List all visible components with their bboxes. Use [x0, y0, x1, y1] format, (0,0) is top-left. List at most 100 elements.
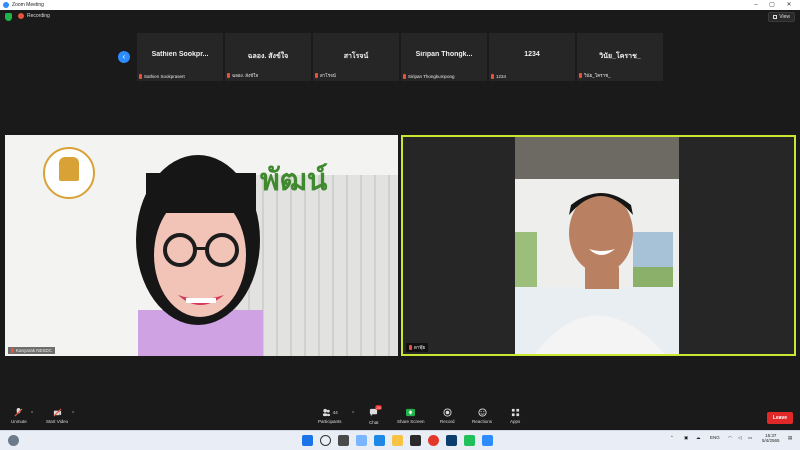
reactions-label: Reactions [472, 419, 493, 424]
participant-name-label: สาโรจน์ [315, 72, 336, 79]
participant-tile[interactable]: สาโรจน์ สาโรจน์ [313, 33, 399, 81]
recording-indicator[interactable]: Recording [18, 13, 50, 19]
language-indicator[interactable]: ENG [710, 435, 720, 440]
reactions-button[interactable]: Reactions [472, 408, 492, 424]
chat-label: Chat [369, 420, 379, 425]
participant-tile[interactable]: วินัย_โคราช_ วินัย_โคราช_ [577, 33, 663, 81]
zoom-app-icon[interactable] [482, 435, 493, 446]
chat-unread-badge: 26 [375, 405, 382, 410]
widgets-icon[interactable] [356, 435, 367, 446]
view-button[interactable]: View [768, 12, 795, 22]
video-options-chevron-icon[interactable]: ⌃ [71, 411, 75, 417]
store-icon[interactable] [410, 435, 421, 446]
participant-name: สาโรจน์ [320, 73, 336, 78]
chevron-left-icon: ‹ [122, 52, 126, 61]
mic-muted-icon [14, 408, 23, 417]
apps-label: Apps [510, 419, 521, 424]
mic-muted-icon [139, 74, 142, 79]
tray-cloud-icon[interactable]: ☁ [696, 435, 701, 441]
people-icon [322, 408, 330, 417]
windows-taskbar: ⌃ ▣ ☁ ENG ◠ ◁ ▭ 15:37 5/4/2565 ▤ [0, 430, 800, 450]
mic-muted-icon [403, 74, 406, 79]
record-label: Record [440, 419, 455, 424]
tray-overflow-chevron-icon[interactable]: ⌃ [670, 435, 674, 441]
participants-button[interactable]: 44 Participants [318, 408, 342, 424]
mic-muted-icon [579, 73, 582, 78]
participant-name: Sathien Sookprasert [144, 74, 185, 79]
video-name-tag: ดาฬุ๊ย [406, 343, 429, 352]
participant-display-name: 1234 [524, 51, 540, 58]
participant-name-label: Siripan Thongkumpong [403, 74, 454, 79]
tray-app-icon[interactable]: ▣ [684, 435, 688, 441]
participant-video-woman [136, 155, 263, 356]
participants-label: Participants [318, 419, 342, 424]
record-button[interactable]: Record [440, 408, 455, 424]
video-tile-right-active-speaker[interactable]: ดาฬุ๊ย [401, 135, 796, 356]
start-video-label: Start Video [46, 419, 69, 424]
chat-button[interactable]: 26 Chat [369, 405, 382, 425]
window-titlebar: Zoom Meeting – ▢ ✕ [0, 0, 800, 10]
minimize-button[interactable]: – [748, 0, 764, 10]
participant-name: 1234 [496, 74, 507, 79]
record-icon [443, 408, 452, 417]
unmute-button[interactable]: Unmute [11, 408, 27, 424]
apps-button[interactable]: Apps [510, 408, 520, 424]
participant-tile[interactable]: Sathien Sookpr... Sathien Sookprasert [137, 33, 223, 81]
volume-icon[interactable]: ◁ [738, 435, 741, 441]
meeting-controls-bar: Unmute ⌃ Start Video ⌃ 44 Participants ⌃… [0, 405, 800, 430]
participant-name: ฉลอง. สังข์ใจ [232, 73, 259, 78]
mic-muted-icon [315, 73, 318, 78]
line-app-icon[interactable] [464, 435, 475, 446]
participant-tile[interactable]: ฉลอง. สังข์ใจ ฉลอง. สังข์ใจ [225, 33, 311, 81]
participants-icon-group: 44 [322, 408, 338, 417]
participant-name-label: Sathien Sookprasert [139, 74, 185, 79]
edge-browser-icon[interactable] [374, 435, 385, 446]
participant-display-name: สาโรจน์ [343, 53, 369, 60]
video-tile-left[interactable]: พัฒน์ Kanyarak NESDC [5, 135, 398, 356]
grid-icon [773, 15, 778, 19]
participant-display-name: Sathien Sookpr... [151, 51, 209, 58]
apps-grid-icon [511, 408, 519, 417]
record-dot-icon [18, 13, 24, 19]
task-view-icon[interactable] [338, 435, 349, 446]
reactions-smiley-icon [477, 408, 487, 417]
leave-meeting-button[interactable]: Leave [767, 412, 793, 424]
windows-start-icon[interactable] [302, 435, 313, 446]
share-screen-button[interactable]: Share Screen [397, 408, 425, 424]
photoshop-icon[interactable] [446, 435, 457, 446]
file-explorer-icon[interactable] [392, 435, 403, 446]
participant-name-label: วินัย_โคราช_ [579, 72, 611, 79]
mic-muted-icon [227, 73, 230, 78]
participant-name-label: 1234 [491, 74, 506, 79]
video-participant-name: Kanyarak NESDC [16, 348, 53, 353]
participant-tile[interactable]: 1234 1234 [489, 33, 575, 81]
participant-tile[interactable]: Siripan Thongk... Siripan Thongkumpong [401, 33, 487, 81]
video-name-tag: Kanyarak NESDC [8, 347, 56, 354]
clock[interactable]: 15:37 5/4/2565 [762, 433, 780, 443]
audio-options-chevron-icon[interactable]: ⌃ [30, 411, 34, 417]
view-label: View [779, 14, 790, 20]
notifications-icon[interactable]: ▤ [788, 435, 792, 441]
wifi-icon[interactable]: ◠ [728, 435, 732, 441]
battery-icon[interactable]: ▭ [748, 435, 752, 441]
participant-count: 44 [332, 410, 338, 415]
participants-chevron-icon[interactable]: ⌃ [351, 411, 355, 417]
gallery-prev-button[interactable]: ‹ [118, 51, 130, 63]
participant-display-name: วินัย_โคราช_ [599, 53, 641, 60]
start-video-button[interactable]: Start Video [46, 408, 68, 424]
meeting-status-bar: Recording View [0, 10, 800, 24]
security-shield-icon[interactable] [5, 13, 12, 21]
weather-icon[interactable] [8, 435, 19, 446]
recording-label: Recording [27, 13, 50, 19]
participant-video-man-in-car [515, 137, 679, 354]
nesdc-seal-logo [43, 147, 95, 199]
maximize-button[interactable]: ▢ [764, 0, 780, 10]
participant-display-name: Siripan Thongk... [415, 51, 473, 58]
chrome-icon[interactable] [428, 435, 439, 446]
search-icon[interactable] [320, 435, 331, 446]
participant-name-label: ฉลอง. สังข์ใจ [227, 72, 258, 79]
close-button[interactable]: ✕ [781, 0, 797, 10]
share-screen-label: Share Screen [397, 419, 425, 424]
window-title: Zoom Meeting [12, 2, 44, 8]
video-participant-name: ดาฬุ๊ย [414, 345, 426, 350]
